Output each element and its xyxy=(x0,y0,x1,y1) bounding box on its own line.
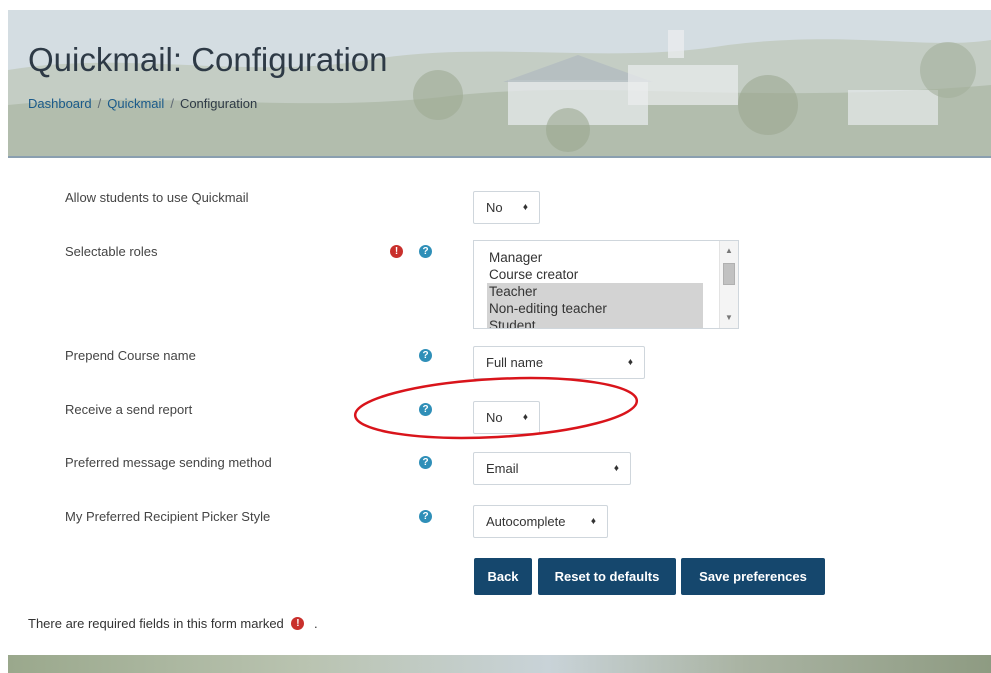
recipient-picker-style-select[interactable]: Autocomplete ♦ xyxy=(473,505,608,538)
save-preferences-button[interactable]: Save preferences xyxy=(681,558,825,595)
recipient-picker-style-label: My Preferred Recipient Picker Style xyxy=(65,509,271,524)
role-option-non-editing-teacher[interactable]: Non-editing teacher xyxy=(487,300,703,317)
breadcrumb-separator: / xyxy=(97,96,102,111)
breadcrumb-separator: / xyxy=(170,96,174,111)
page-title: Quickmail: Configuration xyxy=(28,41,388,78)
select-caret-icon: ♦ xyxy=(522,412,528,423)
role-option-student[interactable]: Student xyxy=(487,317,703,328)
allow-students-select[interactable]: No ♦ xyxy=(473,191,540,224)
role-option-manager[interactable]: Manager xyxy=(487,249,703,266)
role-option-teacher[interactable]: Teacher xyxy=(487,283,703,300)
back-button[interactable]: Back xyxy=(474,558,532,595)
allow-students-label: Allow students to use Quickmail xyxy=(65,190,249,205)
breadcrumb: Dashboard / Quickmail / Configuration xyxy=(28,96,257,111)
help-icon[interactable]: ? xyxy=(419,403,432,416)
scroll-up-arrow-icon[interactable]: ▲ xyxy=(720,244,738,258)
listbox-scrollbar[interactable]: ▲ ▼ xyxy=(719,241,738,328)
campus-background-image xyxy=(8,10,991,156)
help-icon[interactable]: ? xyxy=(419,510,432,523)
prepend-course-name-label: Prepend Course name xyxy=(65,348,196,363)
scrollbar-thumb[interactable] xyxy=(723,263,735,285)
breadcrumb-dashboard[interactable]: Dashboard xyxy=(28,96,92,111)
breadcrumb-current: Configuration xyxy=(179,96,258,111)
prepend-course-name-select[interactable]: Full name ♦ xyxy=(473,346,645,379)
breadcrumb-quickmail[interactable]: Quickmail xyxy=(107,96,164,111)
select-caret-icon: ♦ xyxy=(613,463,619,474)
footer-banner xyxy=(8,655,991,673)
preferred-sending-method-label: Preferred message sending method xyxy=(65,455,272,470)
required-icon: ! xyxy=(390,245,403,258)
select-caret-icon: ♦ xyxy=(590,516,596,527)
preferred-sending-method-value: Email xyxy=(486,461,519,476)
selectable-roles-listbox[interactable]: Manager Course creator Teacher Non-editi… xyxy=(473,240,739,329)
receive-send-report-value: No xyxy=(486,410,503,425)
required-fields-text: There are required fields in this form m… xyxy=(28,616,284,631)
header-banner: Quickmail: Configuration Dashboard / Quick… xyxy=(8,10,991,158)
help-icon[interactable]: ? xyxy=(419,456,432,469)
preferred-sending-method-select[interactable]: Email ♦ xyxy=(473,452,631,485)
help-icon[interactable]: ? xyxy=(419,245,432,258)
reset-to-defaults-button[interactable]: Reset to defaults xyxy=(538,558,676,595)
required-icon: ! xyxy=(291,617,305,630)
required-icon-wrapper: ! xyxy=(291,617,305,630)
receive-send-report-select[interactable]: No ♦ xyxy=(473,401,540,434)
help-icon[interactable]: ? xyxy=(419,349,432,362)
selectable-roles-label: Selectable roles xyxy=(65,244,158,259)
role-option-course-creator[interactable]: Course creator xyxy=(487,266,703,283)
allow-students-value: No xyxy=(486,200,503,215)
select-caret-icon: ♦ xyxy=(627,357,633,368)
receive-send-report-label: Receive a send report xyxy=(65,402,193,417)
scroll-down-arrow-icon[interactable]: ▼ xyxy=(720,311,738,325)
select-caret-icon: ♦ xyxy=(522,202,528,213)
required-fields-period: . xyxy=(314,616,318,631)
prepend-course-name-value: Full name xyxy=(486,355,544,370)
required-fields-note: There are required fields in this form m… xyxy=(28,616,318,631)
recipient-picker-style-value: Autocomplete xyxy=(486,514,566,529)
